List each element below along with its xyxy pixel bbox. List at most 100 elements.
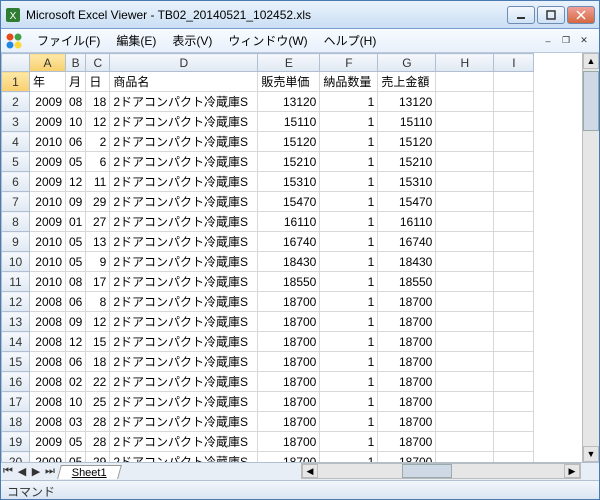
cell[interactable]: 2ドアコンパクト冷蔵庫S [110, 232, 258, 252]
cell[interactable]: 2010 [30, 132, 66, 152]
scroll-up-icon[interactable]: ▲ [583, 53, 599, 69]
cell[interactable] [436, 152, 494, 172]
col-header-F[interactable]: F [320, 54, 378, 72]
row-header[interactable]: 8 [2, 212, 30, 232]
col-header-H[interactable]: H [436, 54, 494, 72]
cell[interactable]: 05 [66, 432, 86, 452]
col-header-I[interactable]: I [494, 54, 534, 72]
cell[interactable]: 18430 [378, 252, 436, 272]
cell[interactable]: 29 [86, 452, 110, 463]
cell[interactable]: 18430 [258, 252, 320, 272]
row-header[interactable]: 11 [2, 272, 30, 292]
cell[interactable] [494, 192, 534, 212]
col-header-D[interactable]: D [110, 54, 258, 72]
cell[interactable]: 1 [320, 192, 378, 212]
cell[interactable]: 05 [66, 152, 86, 172]
cell[interactable] [436, 332, 494, 352]
cell[interactable]: 18700 [258, 332, 320, 352]
row-header[interactable]: 16 [2, 372, 30, 392]
cell[interactable]: 18700 [258, 452, 320, 463]
cell[interactable]: 1 [320, 172, 378, 192]
cell[interactable] [494, 432, 534, 452]
cell[interactable] [436, 112, 494, 132]
cell[interactable]: 12 [86, 112, 110, 132]
cell[interactable]: 18700 [258, 392, 320, 412]
cell[interactable]: 6 [86, 152, 110, 172]
cell[interactable]: 1 [320, 432, 378, 452]
col-header-A[interactable]: A [30, 54, 66, 72]
cell[interactable] [436, 172, 494, 192]
cell[interactable]: 10 [66, 392, 86, 412]
cell[interactable]: 15120 [378, 132, 436, 152]
cell[interactable]: 01 [66, 212, 86, 232]
cell[interactable] [494, 452, 534, 463]
cell[interactable]: 1 [320, 312, 378, 332]
cell[interactable]: 15310 [378, 172, 436, 192]
cell[interactable] [494, 272, 534, 292]
horizontal-scrollbar[interactable]: ◀ ▶ [301, 463, 581, 479]
cell[interactable] [436, 432, 494, 452]
cell[interactable] [494, 132, 534, 152]
cell[interactable]: 2009 [30, 92, 66, 112]
cell[interactable]: 16110 [378, 212, 436, 232]
menu-edit[interactable]: 編集(E) [108, 30, 164, 51]
cell[interactable]: 2ドアコンパクト冷蔵庫S [110, 272, 258, 292]
cell[interactable] [436, 72, 494, 92]
cell[interactable]: 1 [320, 132, 378, 152]
cell[interactable]: 28 [86, 412, 110, 432]
cell[interactable] [494, 332, 534, 352]
cell[interactable]: 商品名 [110, 72, 258, 92]
menu-file[interactable]: ファイル(F) [29, 30, 108, 51]
cell[interactable]: 15310 [258, 172, 320, 192]
cell[interactable]: 2008 [30, 292, 66, 312]
vertical-scrollbar[interactable]: ▲ ▼ [582, 53, 599, 462]
cell[interactable]: 2010 [30, 232, 66, 252]
cell[interactable]: 2ドアコンパクト冷蔵庫S [110, 112, 258, 132]
cell[interactable]: 18700 [378, 292, 436, 312]
cell[interactable]: 2010 [30, 192, 66, 212]
cell[interactable]: 年 [30, 72, 66, 92]
cell[interactable]: 06 [66, 292, 86, 312]
cell[interactable]: 2ドアコンパクト冷蔵庫S [110, 132, 258, 152]
cell[interactable]: 1 [320, 452, 378, 463]
cell[interactable]: 2009 [30, 432, 66, 452]
cell[interactable] [436, 392, 494, 412]
cell[interactable]: 18550 [258, 272, 320, 292]
row-header[interactable]: 2 [2, 92, 30, 112]
cell[interactable]: 2ドアコンパクト冷蔵庫S [110, 292, 258, 312]
cell[interactable]: 2ドアコンパクト冷蔵庫S [110, 352, 258, 372]
cell[interactable]: 12 [86, 312, 110, 332]
cell[interactable]: 2008 [30, 332, 66, 352]
cell[interactable]: 2 [86, 132, 110, 152]
cell[interactable]: 2ドアコンパクト冷蔵庫S [110, 212, 258, 232]
row-header[interactable]: 10 [2, 252, 30, 272]
scroll-down-icon[interactable]: ▼ [583, 446, 599, 462]
cell[interactable] [436, 312, 494, 332]
row-header[interactable]: 20 [2, 452, 30, 463]
cell[interactable] [494, 412, 534, 432]
row-header[interactable]: 17 [2, 392, 30, 412]
cell[interactable]: 18550 [378, 272, 436, 292]
cell[interactable]: 2009 [30, 212, 66, 232]
cell[interactable]: 2ドアコンパクト冷蔵庫S [110, 152, 258, 172]
maximize-button[interactable] [537, 6, 565, 24]
select-all-corner[interactable] [2, 54, 30, 72]
cell[interactable] [436, 272, 494, 292]
cell[interactable] [436, 252, 494, 272]
cell[interactable]: 18700 [258, 372, 320, 392]
cell[interactable]: 2ドアコンパクト冷蔵庫S [110, 252, 258, 272]
menu-help[interactable]: ヘルプ(H) [316, 30, 385, 51]
row-header[interactable]: 14 [2, 332, 30, 352]
cell[interactable] [494, 172, 534, 192]
cell[interactable]: 13120 [258, 92, 320, 112]
cell[interactable]: 18700 [378, 352, 436, 372]
cell[interactable]: 15110 [258, 112, 320, 132]
cell[interactable] [494, 392, 534, 412]
cell[interactable]: 11 [86, 172, 110, 192]
cell[interactable]: 18700 [258, 312, 320, 332]
cell[interactable] [436, 372, 494, 392]
cell[interactable]: 2008 [30, 352, 66, 372]
cell[interactable] [494, 72, 534, 92]
cell[interactable] [436, 92, 494, 112]
cell[interactable]: 2008 [30, 312, 66, 332]
